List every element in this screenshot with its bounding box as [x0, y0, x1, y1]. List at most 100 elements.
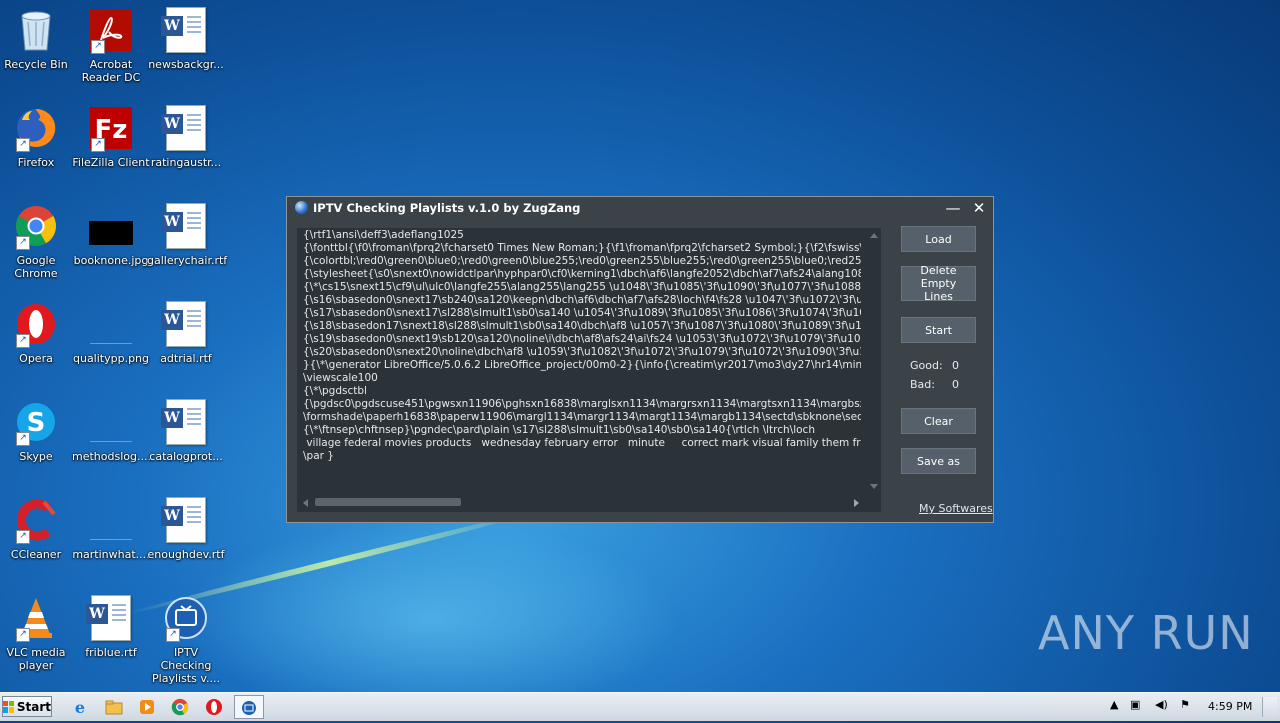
desktop-icon-gallerychair[interactable]: W gallerychair.rtf — [147, 203, 228, 267]
file-explorer-icon[interactable] — [104, 697, 124, 717]
title-bar[interactable]: IPTV Checking Playlists v.1.0 by ZugZang… — [287, 197, 993, 219]
shortcut-arrow-icon: ↗ — [16, 236, 30, 250]
horizontal-scroll-thumb[interactable] — [315, 498, 461, 506]
delete-empty-lines-button[interactable]: Delete Empty Lines — [901, 264, 976, 303]
clear-button[interactable]: Clear — [901, 408, 976, 434]
image-thumbnail-icon — [89, 204, 133, 248]
my-softwares-link[interactable]: My Softwares — [919, 502, 993, 515]
desktop-icon-label: gallerychair.rtf — [147, 254, 228, 267]
desktop-icon-label: martinwhat.... — [72, 548, 150, 561]
word-document-icon: W — [86, 595, 133, 641]
scroll-left-icon[interactable] — [303, 499, 308, 507]
iptv-taskbar-button[interactable] — [234, 695, 264, 719]
shortcut-arrow-icon: ↗ — [16, 628, 30, 642]
vlc-cone-icon: ↗ — [14, 596, 58, 642]
desktop-icon-newsbackgr[interactable]: W newsbackgr... — [147, 7, 225, 71]
internet-explorer-icon[interactable]: e — [70, 697, 90, 717]
editor-line: \par } — [303, 450, 334, 462]
playlist-text-area[interactable]: {\rtf1\ansi\deff3\adeflang1025 {\fonttbl{… — [297, 228, 881, 512]
editor-line: {\s17\sbasedon0\snext17\sl288\slmult1\sb… — [303, 307, 861, 319]
desktop-icon-martinwhat[interactable]: martinwhat.... — [72, 498, 150, 561]
opera-taskbar-icon[interactable] — [204, 697, 224, 717]
editor-line: {\*\pgdsctbl — [303, 385, 367, 397]
taskbar-clock[interactable]: 4:59 PM — [1208, 700, 1252, 713]
show-hidden-icons-icon[interactable]: ▲ — [1110, 698, 1118, 711]
start-menu-button[interactable]: Start — [2, 696, 52, 717]
desktop-icon-recycle-bin[interactable]: Recycle Bin — [0, 8, 75, 71]
desktop-icon-opera[interactable]: ↗ Opera — [0, 302, 75, 365]
editor-line: {\rtf1\ansi\deff3\adeflang1025 — [303, 229, 464, 241]
minimize-button[interactable]: — — [941, 197, 965, 219]
editor-line: }{\*\generator LibreOffice/5.0.6.2 Libre… — [303, 359, 861, 371]
desktop-icon-label: newsbackgr... — [148, 58, 224, 71]
editor-line: {\*\ftnsep\chftnsep}\pgndec\pard\plain \… — [303, 424, 815, 436]
vertical-scrollbar[interactable] — [867, 228, 881, 494]
shortcut-arrow-icon: ↗ — [91, 138, 105, 152]
desktop-icon-iptv-checker[interactable]: ↗ IPTV Checking Playlists v.... — [147, 596, 225, 685]
bad-label: Bad: — [910, 378, 935, 391]
desktop-icon-label: Acrobat Reader DC — [81, 58, 141, 84]
desktop-icon-label: Google Chrome — [14, 254, 58, 280]
taskbar: Start e ▲ ▣ ◀) ⚑ 4:59 PM — [0, 692, 1280, 721]
desktop-icon-qualitypp[interactable]: qualitypp.png — [72, 302, 150, 365]
editor-line: village federal movies products wednesda… — [306, 437, 861, 449]
filezilla-icon: Fz ↗ — [89, 106, 133, 152]
svg-text:e: e — [75, 698, 85, 716]
image-thumbnail-icon — [89, 498, 133, 542]
desktop-icon-label: catalogprot... — [149, 450, 223, 463]
desktop-icon-enoughdev[interactable]: W enoughdev.rtf — [147, 497, 225, 561]
desktop-icon-label: Opera — [19, 352, 53, 365]
editor-line: {\s18\sbasedon17\snext18\sl288\slmult1\s… — [303, 320, 861, 332]
action-center-flag-icon[interactable]: ⚑ — [1180, 698, 1190, 711]
iptv-checker-window: IPTV Checking Playlists v.1.0 by ZugZang… — [286, 196, 994, 523]
desktop-icon-chrome[interactable]: ↗ Google Chrome — [0, 204, 75, 280]
shortcut-arrow-icon: ↗ — [166, 628, 180, 642]
desktop-icon-skype[interactable]: S ↗ Skype — [0, 400, 75, 463]
desktop-icon-catalogprot[interactable]: W catalogprot... — [147, 399, 225, 463]
desktop-icon-ccleaner[interactable]: ↗ CCleaner — [0, 498, 75, 561]
desktop-icon-booknone[interactable]: booknone.jpg — [72, 204, 150, 267]
good-count: 0 — [952, 359, 959, 372]
desktop-icon-firefox[interactable]: ↗ Firefox — [0, 106, 75, 169]
anyrun-watermark: ANY RUN — [1038, 606, 1254, 660]
load-button[interactable]: Load — [901, 226, 976, 252]
desktop-icon-filezilla[interactable]: Fz ↗ FileZilla Client — [72, 106, 150, 169]
playlist-text-content[interactable]: {\rtf1\ansi\deff3\adeflang1025 {\fonttbl{… — [303, 229, 861, 492]
watermark-text: ANY RUN — [1038, 606, 1254, 660]
desktop-icon-label: ratingaustr... — [150, 156, 222, 169]
desktop-icon-label: Firefox — [17, 156, 55, 169]
editor-line: {\fonttbl{\f0\froman\fprq2\fcharset0 Tim… — [303, 242, 861, 254]
desktop-icon-label: enoughdev.rtf — [147, 548, 225, 561]
opera-icon: ↗ — [14, 302, 58, 348]
scroll-up-icon[interactable] — [870, 233, 878, 238]
word-document-icon: W — [161, 399, 208, 445]
skype-icon: S ↗ — [14, 400, 58, 446]
scroll-right-icon[interactable] — [854, 499, 859, 507]
word-document-icon: W — [161, 497, 208, 543]
close-button[interactable]: ✕ — [967, 197, 991, 219]
word-document-icon: W — [161, 301, 208, 347]
editor-line: {\colortbl;\red0\green0\blue0;\red0\gree… — [303, 255, 861, 267]
desktop-icon-label: Skype — [19, 450, 53, 463]
show-desktop-button[interactable] — [1262, 697, 1277, 717]
editor-line: \viewscale100 — [303, 372, 378, 384]
chrome-taskbar-icon[interactable] — [170, 697, 190, 717]
save-as-button[interactable]: Save as — [901, 448, 976, 474]
desktop-icon-acrobat[interactable]: ↗ Acrobat Reader DC — [72, 8, 150, 84]
desktop-icon-label: IPTV Checking Playlists v.... — [152, 646, 220, 685]
window-title: IPTV Checking Playlists v.1.0 by ZugZang — [313, 201, 581, 215]
desktop-icon-vlc[interactable]: ↗ VLC media player — [0, 596, 75, 672]
desktop-icon-label: adtrial.rtf — [160, 352, 212, 365]
network-icon[interactable]: ▣ — [1130, 698, 1140, 711]
desktop-icon-label: methodslog.... — [72, 450, 151, 463]
editor-line: \formshade\paperh16838\paperw11906\margl… — [303, 411, 861, 423]
desktop-icon-methodslog[interactable]: methodslog.... — [72, 400, 151, 463]
desktop-icon-friblue[interactable]: W friblue.rtf — [72, 595, 150, 659]
volume-icon[interactable]: ◀) — [1155, 698, 1168, 711]
media-player-icon[interactable] — [137, 697, 157, 717]
horizontal-scrollbar[interactable] — [297, 494, 867, 512]
desktop-icon-adtrial[interactable]: W adtrial.rtf — [147, 301, 225, 365]
desktop-icon-ratingaustr[interactable]: W ratingaustr... — [147, 105, 225, 169]
start-button[interactable]: Start — [901, 317, 976, 343]
scroll-down-icon[interactable] — [870, 484, 878, 489]
